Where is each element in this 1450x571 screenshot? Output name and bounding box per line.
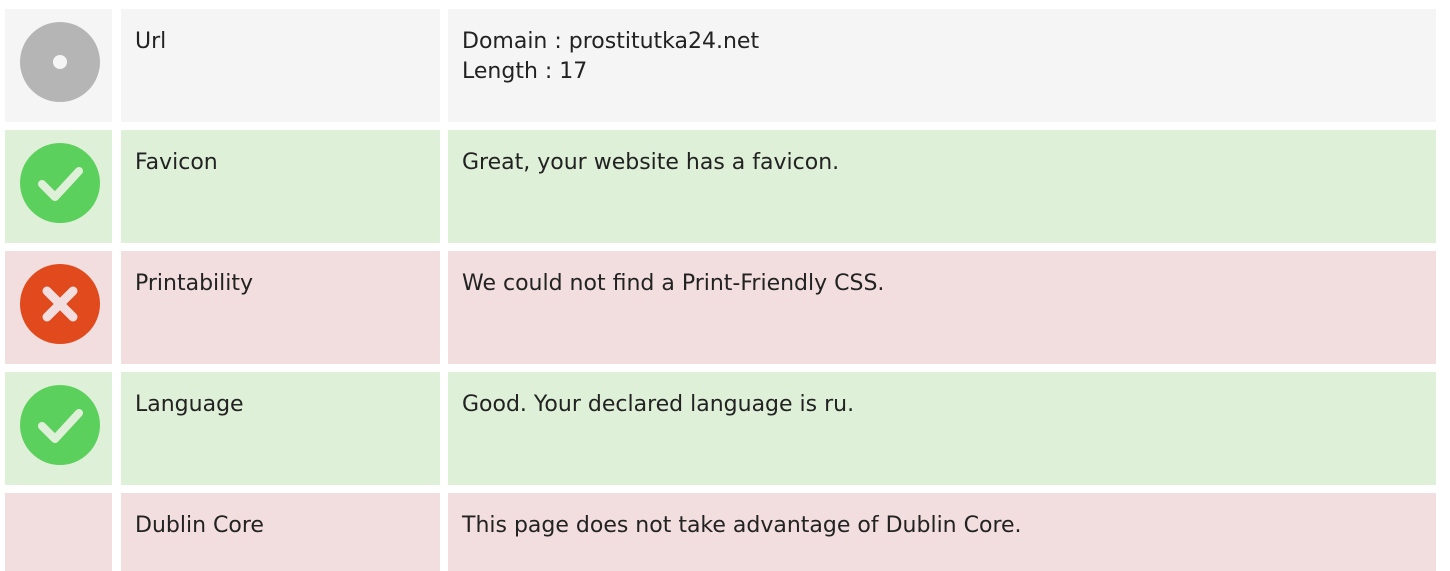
row-label-cell: Language bbox=[121, 372, 440, 485]
row-value-cell: This page does not take advantage of Dub… bbox=[448, 493, 1436, 571]
row-label-cell: Dublin Core bbox=[121, 493, 440, 571]
status-cell bbox=[5, 130, 112, 243]
row-label: Language bbox=[135, 392, 244, 417]
table-row-dublin-core: Dublin Core This page does not take adva… bbox=[0, 493, 1450, 571]
table-row-printability: Printability We could not find a Print-F… bbox=[0, 251, 1450, 364]
table-row-url: Url Domain : prostitutka24.net Length : … bbox=[0, 9, 1450, 122]
analysis-table: Url Domain : prostitutka24.net Length : … bbox=[0, 0, 1450, 571]
row-value-text: Great, your website has a favicon. bbox=[462, 150, 840, 175]
row-value-cell: Great, your website has a favicon. bbox=[448, 130, 1436, 243]
status-cell bbox=[5, 493, 112, 571]
status-cell bbox=[5, 251, 112, 364]
row-label-cell: Printability bbox=[121, 251, 440, 364]
status-cell bbox=[5, 9, 112, 122]
cross-icon bbox=[20, 264, 100, 344]
row-value-cell: We could not find a Print-Friendly CSS. bbox=[448, 251, 1436, 364]
table-row-language: Language Good. Your declared language is… bbox=[0, 372, 1450, 485]
row-label: Favicon bbox=[135, 150, 218, 175]
row-value-cell: Good. Your declared language is ru. bbox=[448, 372, 1436, 485]
check-icon bbox=[20, 143, 100, 223]
row-label: Dublin Core bbox=[135, 513, 264, 538]
neutral-disc-icon bbox=[20, 22, 100, 102]
row-value-text: We could not find a Print-Friendly CSS. bbox=[462, 271, 885, 296]
url-length-text: Length : 17 bbox=[462, 59, 588, 84]
check-icon bbox=[20, 385, 100, 465]
row-value-text: Good. Your declared language is ru. bbox=[462, 392, 855, 417]
row-value-cell: Domain : prostitutka24.net Length : 17 bbox=[448, 9, 1436, 122]
row-label-cell: Favicon bbox=[121, 130, 440, 243]
row-label: Url bbox=[135, 29, 167, 54]
row-label: Printability bbox=[135, 271, 254, 296]
table-row-favicon: Favicon Great, your website has a favico… bbox=[0, 130, 1450, 243]
url-domain-text: Domain : prostitutka24.net bbox=[462, 29, 760, 54]
row-value-text: This page does not take advantage of Dub… bbox=[462, 513, 1022, 538]
row-label-cell: Url bbox=[121, 9, 440, 122]
status-cell bbox=[5, 372, 112, 485]
